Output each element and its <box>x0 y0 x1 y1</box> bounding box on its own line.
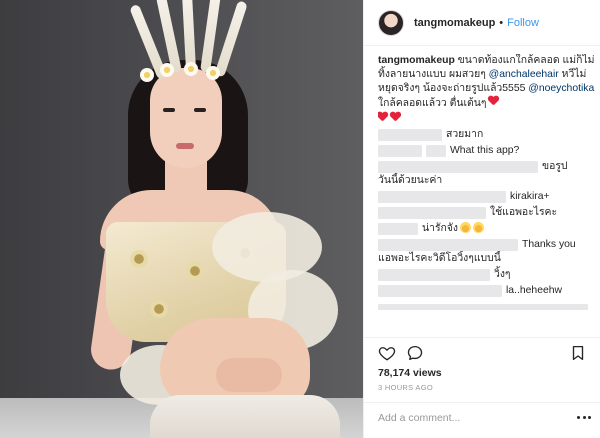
flower-crown-bloom <box>160 63 174 77</box>
caption-mention[interactable]: @noeychotika <box>528 83 594 94</box>
model-hand <box>216 358 282 392</box>
comment-row: แอพอะไรคะวิดีโอวิ้งๆแบบนี้ <box>378 252 596 266</box>
crown-feather <box>214 0 248 78</box>
blurred-username <box>378 269 490 281</box>
comment-text: แอพอะไรคะวิดีโอวิ้งๆแบบนี้ <box>378 253 501 264</box>
comment-row: la..heheehw <box>378 284 596 298</box>
bookmark-icon[interactable] <box>569 344 587 362</box>
comment-input[interactable] <box>378 412 578 424</box>
caption-hearts <box>378 112 596 126</box>
post-header: tangmomakeup • Follow <box>364 0 600 46</box>
comment-text: สวยมาก <box>446 129 484 140</box>
comment-row: What this app? <box>378 144 596 158</box>
blurred-username <box>378 191 506 203</box>
comment-text: ขอรูป <box>542 161 568 172</box>
grin-emoji <box>459 222 471 233</box>
ornament <box>186 262 204 280</box>
caption-text: ใกล้คลอดแล้วว ตื่นเต้นๆ <box>378 98 487 109</box>
more-options-icon[interactable] <box>577 416 591 422</box>
comment-text: What this app? <box>450 145 520 156</box>
blurred-username <box>378 129 442 141</box>
blurred-username <box>378 239 518 251</box>
post-photo[interactable] <box>0 0 363 438</box>
comment-text: kirakira+ <box>510 191 550 202</box>
view-count[interactable]: 78,174 views <box>378 367 442 379</box>
comment-text: น่ารักจัง <box>422 223 458 234</box>
header-separator: • <box>499 16 504 29</box>
comment-text: Thanks you <box>522 239 576 250</box>
red-heart-emoji <box>391 112 401 122</box>
follow-button[interactable]: Follow <box>507 17 539 29</box>
model-lips <box>176 143 194 149</box>
comments-list[interactable]: tangmomakeup ขนาดท้องแกใกล้คลอด แม่ก็ไม่… <box>378 54 596 336</box>
post-timestamp[interactable]: 3 HOURS AGO <box>378 383 433 392</box>
comment-text: วิ้งๆ <box>494 269 511 280</box>
blurred-comment <box>378 304 588 310</box>
model-skirt <box>150 395 340 438</box>
comment-text: ใช้แอพอะไรคะ <box>490 207 558 218</box>
blurred-username <box>378 161 538 173</box>
blurred-username <box>378 207 486 219</box>
comment-row-partial <box>378 300 596 310</box>
model-eye-left <box>163 108 175 112</box>
comment-row: วิ้งๆ <box>378 268 596 282</box>
ornament <box>130 250 148 268</box>
blurred-username <box>378 223 418 235</box>
comment-row: สวยมาก <box>378 128 596 142</box>
red-heart-emoji <box>378 112 388 122</box>
ornament <box>150 300 168 318</box>
comment-row: kirakira+ <box>378 190 596 204</box>
flower-crown-bloom <box>184 62 198 76</box>
comment-row: วันนี้ด้วยนะค่า <box>378 174 596 188</box>
model-face <box>150 68 222 168</box>
flower-crown-bloom <box>206 66 220 80</box>
header-username[interactable]: tangmomakeup <box>414 17 495 29</box>
comment-row: น่ารักจัง <box>378 222 596 236</box>
comment-text: วันนี้ด้วยนะค่า <box>378 175 443 186</box>
action-bar <box>364 337 600 367</box>
heart-icon[interactable] <box>378 344 396 362</box>
flower-crown-bloom <box>140 68 154 82</box>
comment-row: ขอรูป <box>378 160 596 174</box>
blurred-username <box>378 285 502 297</box>
caption-mention[interactable]: @anchaleehair <box>489 69 559 80</box>
grin-emoji <box>472 222 484 233</box>
post-sidebar: tangmomakeup • Follow tangmomakeup ขนาดท… <box>363 0 600 438</box>
model-eye-right <box>194 108 206 112</box>
comment-text: la..heheehw <box>506 285 563 296</box>
post-caption: tangmomakeup ขนาดท้องแกใกล้คลอด แม่ก็ไม่… <box>378 54 596 111</box>
comment-row: ใช้แอพอะไรคะ <box>378 206 596 220</box>
blurred-username <box>426 145 446 157</box>
comment-icon[interactable] <box>406 344 424 362</box>
comment-row: Thanks you <box>378 238 596 252</box>
add-comment-bar <box>364 402 600 438</box>
caption-username[interactable]: tangmomakeup <box>378 55 455 66</box>
blurred-username <box>378 145 422 157</box>
red-heart-emoji <box>489 96 499 106</box>
instagram-post-view: tangmomakeup • Follow tangmomakeup ขนาดท… <box>0 0 600 438</box>
avatar[interactable] <box>378 9 404 36</box>
